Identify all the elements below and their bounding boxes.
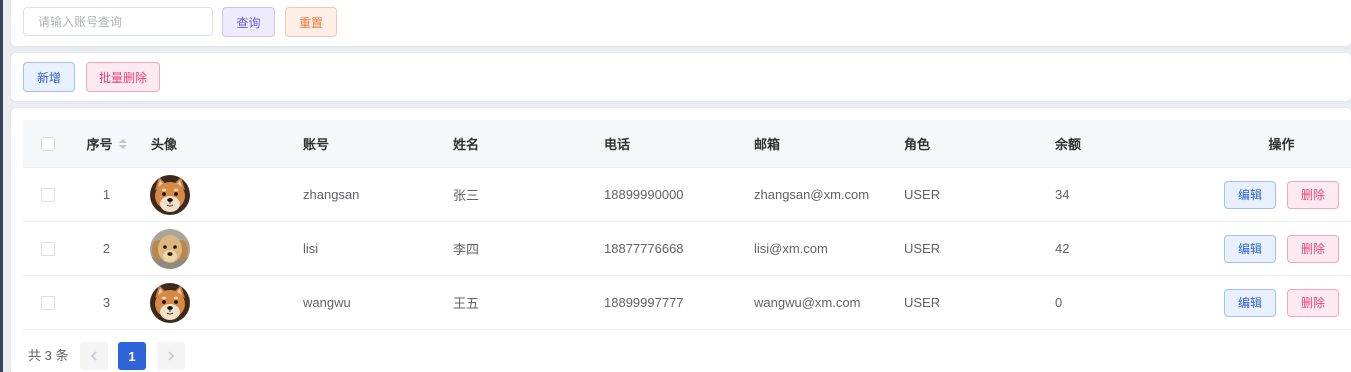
index-cell: 1: [102, 187, 111, 202]
dog-avatar-icon: [150, 283, 190, 323]
phone-cell: 18899990000: [604, 187, 684, 202]
email-cell: lisi@xm.com: [754, 241, 828, 256]
email-cell: wangwu@xm.com: [754, 295, 861, 310]
sort-caret-icon[interactable]: [118, 138, 127, 149]
table-row[interactable]: 1 zhangsan 张三 18899990000 zhangsan@xm.co…: [23, 168, 1351, 222]
sort-ascending-icon[interactable]: [118, 138, 127, 143]
sidebar-edge: [0, 0, 3, 372]
username-cell: zhangsan: [303, 187, 360, 202]
dog-avatar-icon: [150, 175, 190, 215]
delete-button[interactable]: 删除: [1287, 180, 1339, 209]
row-checkbox[interactable]: [41, 295, 55, 310]
name-cell: 王五: [453, 296, 480, 311]
header-select-cell: [23, 120, 73, 167]
avatar-cell: [140, 168, 291, 221]
query-button[interactable]: 查询: [222, 7, 275, 37]
avatar: [150, 229, 190, 269]
add-button[interactable]: 新增: [23, 62, 75, 92]
phone-cell: 18899997777: [604, 295, 684, 310]
avatar-cell: [140, 276, 291, 329]
table-card: 序号 头像 账号 姓名 电话 邮箱 角色 余额 操作 1 zhangsan 张三…: [11, 108, 1351, 372]
avatar: [150, 175, 190, 215]
row-select-cell: [23, 222, 73, 275]
phone-cell: 18877776668: [604, 241, 684, 256]
edit-button[interactable]: 编辑: [1224, 180, 1276, 209]
header-phone: 电话: [604, 137, 631, 152]
balance-cell: 42: [1055, 241, 1070, 256]
row-select-cell: [23, 168, 73, 221]
role-cell: USER: [904, 241, 941, 256]
edit-button[interactable]: 编辑: [1224, 234, 1276, 263]
table-header: 序号 头像 账号 姓名 电话 邮箱 角色 余额 操作: [23, 120, 1351, 168]
header-index-label: 序号: [86, 137, 113, 152]
table-row[interactable]: 3 wangwu 王五 18899997777 wangwu@xm.com US…: [23, 276, 1351, 330]
pagination: 共 3 条 1: [11, 342, 411, 370]
actions-cell: 编辑 删除: [1212, 222, 1351, 275]
user-table: 序号 头像 账号 姓名 电话 邮箱 角色 余额 操作 1 zhangsan 张三…: [23, 120, 1351, 330]
sort-descending-icon[interactable]: [118, 144, 127, 149]
balance-cell: 0: [1055, 295, 1063, 310]
index-cell: 3: [102, 295, 111, 310]
batch-delete-button[interactable]: 批量删除: [86, 62, 160, 92]
header-balance: 余额: [1055, 137, 1082, 152]
select-all-checkbox[interactable]: [41, 136, 55, 151]
pagination-total: 共 3 条: [28, 348, 69, 363]
row-checkbox[interactable]: [41, 241, 55, 256]
search-input[interactable]: [23, 7, 213, 36]
header-index[interactable]: 序号: [73, 120, 140, 167]
role-cell: USER: [904, 295, 941, 310]
search-bar: 查询 重置: [11, 0, 1351, 46]
balance-cell: 34: [1055, 187, 1070, 202]
header-username: 账号: [303, 137, 330, 152]
page-number-current[interactable]: 1: [118, 342, 146, 370]
header-name: 姓名: [453, 137, 480, 152]
username-cell: lisi: [303, 241, 319, 256]
name-cell: 李四: [453, 242, 480, 257]
dog-avatar-icon: [150, 229, 190, 269]
email-cell: zhangsan@xm.com: [754, 187, 870, 202]
row-select-cell: [23, 276, 73, 329]
reset-button[interactable]: 重置: [285, 7, 337, 37]
role-cell: USER: [904, 187, 941, 202]
header-avatar: 头像: [151, 137, 178, 152]
row-checkbox[interactable]: [41, 187, 55, 202]
index-cell: 2: [102, 241, 111, 256]
next-page-button[interactable]: [157, 342, 185, 370]
delete-button[interactable]: 删除: [1287, 288, 1339, 317]
header-role: 角色: [904, 137, 931, 152]
table-row[interactable]: 2 lisi 李四 18877776668 lisi@xm.com USER 4…: [23, 222, 1351, 276]
chevron-right-icon: [168, 351, 174, 361]
actions-cell: 编辑 删除: [1212, 276, 1351, 329]
toolbar: 新增 批量删除: [11, 53, 1351, 101]
name-cell: 张三: [453, 188, 480, 203]
header-email: 邮箱: [754, 137, 781, 152]
delete-button[interactable]: 删除: [1287, 234, 1339, 263]
username-cell: wangwu: [303, 295, 351, 310]
header-actions: 操作: [1268, 137, 1295, 152]
chevron-left-icon: [91, 351, 97, 361]
avatar-cell: [140, 222, 291, 275]
edit-button[interactable]: 编辑: [1224, 288, 1276, 317]
avatar: [150, 283, 190, 323]
actions-cell: 编辑 删除: [1212, 168, 1351, 221]
prev-page-button[interactable]: [80, 342, 108, 370]
